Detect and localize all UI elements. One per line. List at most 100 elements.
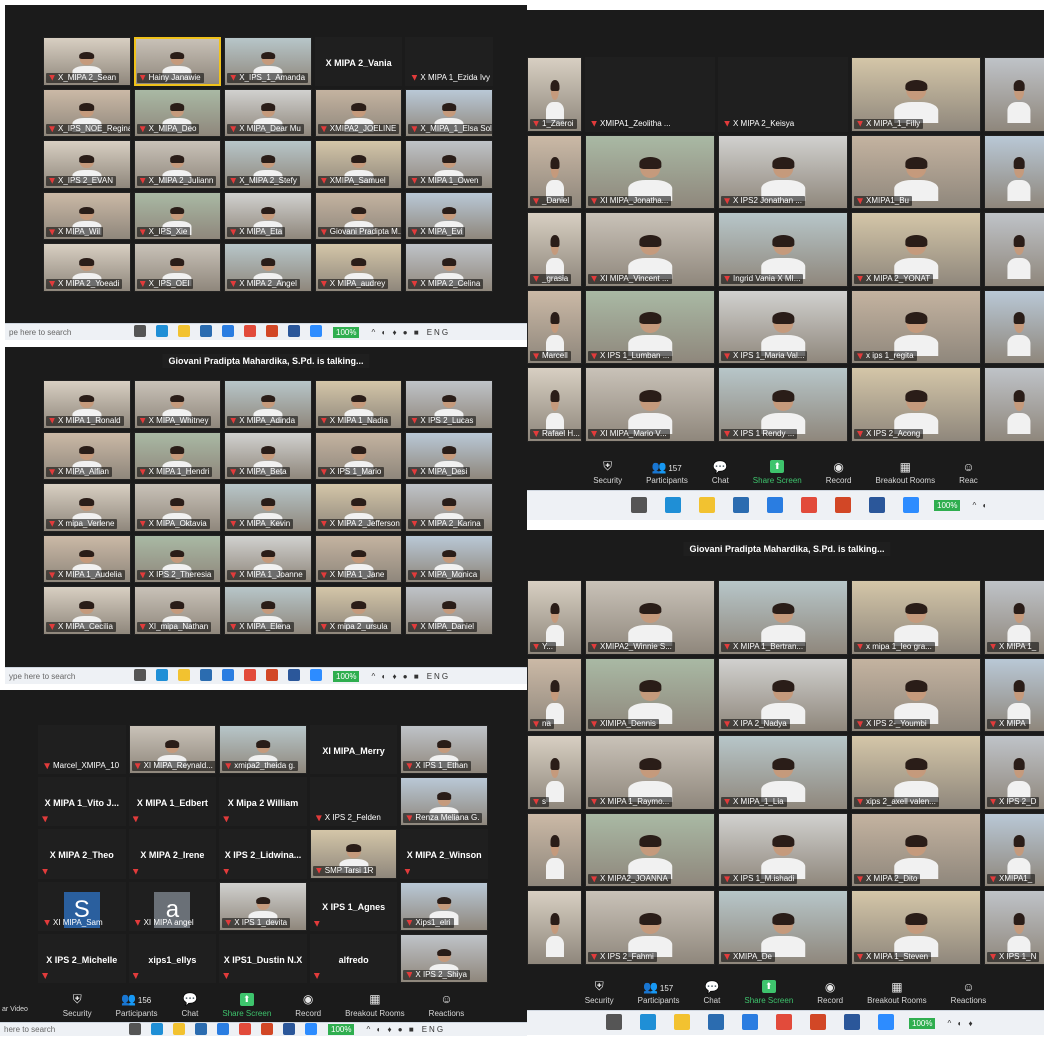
participant-tile[interactable]: X IPS 2-_Youmbi [851,657,981,733]
reactions-button[interactable]: ☺ Reactions [429,992,465,1018]
participant-tile[interactable]: X MIPA 1_Joanne [224,534,312,584]
powerpoint-icon[interactable] [835,496,851,513]
zoom-icon[interactable] [310,325,322,337]
participant-tile[interactable]: s [527,735,582,810]
edge-icon[interactable] [156,325,168,337]
participant-tile[interactable]: X IPS 1_Ethan [400,725,488,775]
participant-tile[interactable]: X MIPA 1_Jane [314,534,403,584]
participant-tile[interactable]: X MIPA 2_Yoeadi [43,243,131,292]
participant-tile[interactable]: Ingrid Vania X MI... [718,212,848,287]
participant-tile[interactable]: _grasia [527,212,582,287]
task-view-icon[interactable] [134,669,146,681]
participant-tile[interactable]: X IPS 2_Michelle [38,933,126,983]
participant-tile[interactable]: X MIPA_Wil [43,191,131,241]
participant-tile[interactable]: X MIPA 2_Winson [400,829,488,879]
participant-tile[interactable]: XMIPA_De [718,890,848,965]
powerpoint-icon[interactable] [261,1022,273,1035]
participant-tile[interactable]: X IPS 2_D [984,735,1044,810]
participant-tile[interactable]: X mipa 2_ursula [314,586,403,635]
powerpoint-icon[interactable] [266,669,278,681]
participant-tile[interactable]: X MIPA_Whitney [133,380,222,429]
participant-tile[interactable]: alfredo [309,933,398,983]
participant-tile[interactable] [527,890,582,965]
chrome-icon[interactable] [776,1014,792,1030]
participant-tile[interactable]: X IPS 1_Agnes [309,881,398,931]
participant-tile[interactable]: X IPS 1_devita [219,881,307,931]
chat-button[interactable]: 💬 Chat [703,980,720,1006]
language-indicator[interactable]: ENG [427,672,450,681]
system-tray[interactable]: ^ ◐ ♦ ● ■ [371,328,420,337]
file-explorer-icon[interactable] [674,1014,690,1030]
video-button-label[interactable]: ar Video [2,1006,28,1013]
participant-tile[interactable]: 1_Zaeroi [527,57,582,132]
participant-tile[interactable] [984,367,1044,442]
participant-tile[interactable]: X MIPA 1_Hendri [133,431,222,481]
participant-tile[interactable]: X MIPA 1_Vito J... [38,777,126,827]
participant-tile[interactable]: X IPS 1_M.ishadi [718,812,848,888]
participant-tile[interactable]: XI MIPA_Jonatha... [585,134,715,210]
store-icon[interactable] [200,325,212,337]
participant-tile[interactable]: X_IPS 2_EVAN [43,140,131,189]
participant-tile[interactable]: XMIPA1_ [984,812,1044,888]
participant-tile[interactable]: XI MIPA_Merry [309,725,398,775]
participant-tile[interactable]: X MIPA_Kevin [224,483,312,532]
launcher-icon[interactable] [742,1014,758,1030]
edge-icon[interactable] [665,496,681,513]
participant-tile[interactable]: X_MIPA 2_Stefy [224,140,312,189]
participant-tile[interactable]: S XI MIPA_Sam [38,881,126,931]
participant-tile[interactable]: X IPS 2_Lucas [405,380,493,429]
shield-button[interactable]: ⛨ Security [63,992,92,1018]
participants-button[interactable]: 👥 157 Participants [646,460,688,486]
participant-tile[interactable]: X MIPA 2_Keisya [718,57,848,132]
task-view-icon[interactable] [606,1014,622,1030]
participant-tile[interactable]: X IPS 2_Acong [851,367,981,442]
word-icon[interactable] [869,496,885,513]
participant-tile[interactable]: xips 2_axell valen... [851,735,981,810]
participant-tile[interactable] [984,212,1044,287]
system-tray[interactable]: ^ ◐ ♦ [947,1019,974,1028]
system-tray[interactable]: ^ ◐ [972,501,989,510]
participant-tile[interactable]: X IPS 1_N [984,890,1044,965]
breakout-rooms-button[interactable]: ▦ Breakout Rooms [867,980,927,1006]
word-icon[interactable] [283,1022,295,1035]
participant-tile[interactable]: X MIPA_Alfian [43,431,131,481]
file-explorer-icon[interactable] [699,496,715,513]
chrome-icon[interactable] [244,669,256,681]
participant-tile[interactable]: XI MIPA_Vincent ... [585,212,715,287]
system-tray[interactable]: ^ ◐ ♦ ● ■ [366,1025,415,1034]
task-view-icon[interactable] [134,325,146,337]
store-icon[interactable] [733,496,749,513]
reactions-button[interactable]: ☺ Reactions [951,980,987,1006]
participant-tile[interactable]: XMIPA_Samuel [314,140,403,189]
participant-tile[interactable]: X Mipa 2 William [219,777,307,827]
participant-tile[interactable]: X IPS 2_Shiya [400,933,488,983]
chat-button[interactable]: 💬 Chat [181,992,198,1018]
participant-tile[interactable]: X_IPS_Xie [133,191,222,241]
reactions-button[interactable]: ☺ Reac [959,460,978,486]
participant-tile[interactable]: Marcell [527,289,582,365]
chrome-icon[interactable] [244,325,256,337]
participant-tile[interactable]: X MIPA 2_Jefferson [314,483,403,532]
participant-tile[interactable]: X MIPA 2_Vania [314,37,403,86]
participant-tile[interactable]: X MIPA_Cecilia [43,586,131,635]
participant-tile[interactable]: X_MIPA 2_Juliann [133,140,222,189]
participant-tile[interactable]: X IPS 2_Lidwina... [219,829,307,879]
participant-tile[interactable]: X MIPA_1_Filly [851,57,981,132]
task-view-icon[interactable] [631,496,647,513]
participant-tile[interactable]: XMIPA2_JOELINE [314,88,403,138]
participant-tile[interactable]: Giovani Pradipta M... [314,191,403,241]
participant-tile[interactable]: X MIPA 2_Karina [405,483,493,532]
file-explorer-icon[interactable] [178,325,190,337]
launcher-icon[interactable] [222,325,234,337]
participant-tile[interactable]: X IPA 2_Nadya [718,657,848,733]
participant-tile[interactable]: X IPS 1_Maria Val... [718,289,848,365]
zoom-icon[interactable] [878,1014,894,1030]
language-indicator[interactable]: ENG [422,1025,445,1034]
share-screen-button[interactable]: ⬆ Share Screen [753,460,802,485]
word-icon[interactable] [844,1014,860,1030]
participant-tile[interactable]: X MIPA 1_ [984,580,1044,655]
participant-tile[interactable]: X MIPA [984,657,1044,733]
powerpoint-icon[interactable] [266,325,278,337]
participant-tile[interactable]: _Daniel [527,134,582,210]
participant-tile[interactable]: X MIPA 1_Ronald [43,380,131,429]
